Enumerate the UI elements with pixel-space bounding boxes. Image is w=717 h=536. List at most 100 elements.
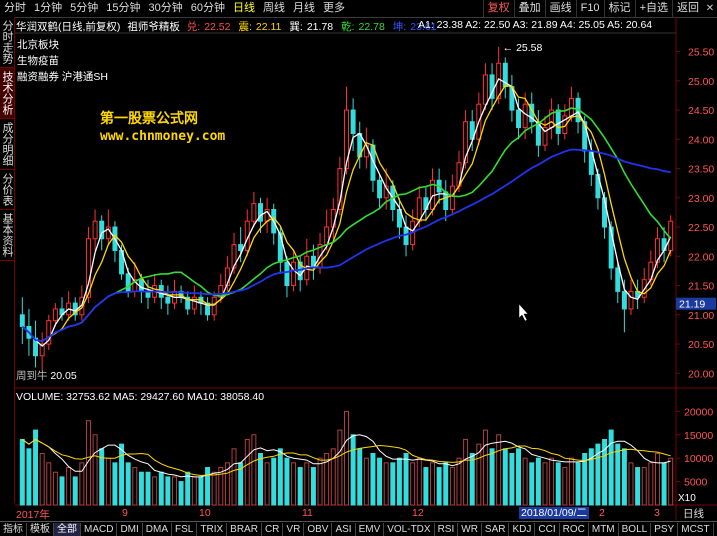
indicator-tab[interactable]: TRIX	[197, 522, 228, 536]
volume-bar	[416, 457, 422, 506]
volume-bar	[496, 434, 502, 506]
candle-body	[516, 109, 522, 129]
indicator-tab[interactable]: DMA	[143, 522, 173, 536]
date-tick: 9	[122, 507, 128, 519]
volume-bar	[568, 457, 574, 506]
volume-bar	[390, 462, 396, 506]
volume-bar	[403, 453, 409, 506]
volume-bar	[410, 462, 416, 506]
candle-body	[350, 109, 356, 134]
volume-bar	[522, 457, 528, 506]
volume-bar	[661, 462, 667, 506]
price-tick-label: 24.00	[688, 134, 714, 146]
volume-bar	[218, 467, 224, 506]
indicator-tab[interactable]: ASI	[332, 522, 356, 536]
candle-body	[291, 261, 297, 287]
period-label[interactable]: 日线	[683, 506, 704, 521]
indicator-tab[interactable]: EMV	[356, 522, 385, 536]
price-tick-label: 22.50	[688, 222, 714, 234]
volume-bar	[456, 457, 462, 506]
volume-bar	[284, 457, 290, 506]
volume-bar	[549, 457, 555, 506]
indicator-tab[interactable]: OBV	[304, 522, 333, 536]
volume-bar	[244, 438, 250, 506]
volume-bar	[152, 476, 158, 506]
indicator-tab[interactable]: 模板	[27, 522, 54, 536]
volume-bar	[310, 467, 316, 506]
candle-body	[615, 267, 621, 292]
volume-bar	[668, 457, 674, 506]
indicator-tab[interactable]: CCI	[535, 522, 560, 536]
price-tick-label: 23.50	[688, 164, 714, 176]
indicator-tab[interactable]: 指标	[0, 522, 27, 536]
volume-tick-label: 15000	[684, 430, 713, 442]
info-line-region: 北京板块	[17, 39, 59, 51]
indicator-tab[interactable]: KDJ	[509, 522, 536, 536]
volume-bar	[92, 434, 98, 506]
candle-body	[92, 220, 98, 240]
ma-blue-line	[21, 148, 671, 343]
indicator-tab[interactable]: CR	[262, 522, 284, 536]
indicator-tab[interactable]: DMI	[117, 522, 143, 536]
volume-tick-label: 20000	[684, 406, 713, 418]
indicator-tab[interactable]: 全部	[54, 522, 81, 536]
indicator-tab[interactable]: BOLL	[619, 522, 652, 536]
volume-bar	[648, 462, 654, 506]
volume-bar	[535, 457, 541, 506]
price-tick-label: 23.00	[688, 193, 714, 205]
volume-bar	[396, 457, 402, 506]
indicator-tab[interactable]: SAR	[482, 522, 510, 536]
volume-bar	[317, 457, 323, 506]
volume-bar	[66, 467, 72, 506]
volume-bar	[231, 448, 237, 506]
indicator-tab[interactable]: FSL	[172, 522, 198, 536]
volume-bar	[555, 462, 561, 506]
price-tick-label: 21.00	[688, 310, 714, 322]
watermark-url: www.chnmoney.com	[100, 129, 226, 144]
volume-bar	[46, 462, 52, 506]
volume-bar	[628, 462, 634, 506]
volume-bar	[482, 429, 488, 506]
candle-body	[628, 290, 634, 310]
price-tick-label: 25.00	[688, 76, 714, 88]
volume-bar	[436, 467, 442, 506]
candle-body	[403, 226, 409, 246]
candle-body	[211, 296, 217, 316]
volume-bar	[621, 448, 627, 506]
volume-bar	[370, 453, 376, 506]
low-prefix: 周到牛	[16, 370, 48, 382]
volume-bar	[205, 467, 211, 506]
indicator-tab[interactable]: MACD	[81, 522, 118, 536]
volume-bar	[383, 462, 389, 506]
date-tick: 2	[599, 507, 605, 519]
volume-bar	[72, 476, 78, 506]
volume-bar	[423, 467, 429, 506]
indicator-tab[interactable]: ROC	[560, 522, 589, 536]
watermark-title: 第一股票公式网	[100, 111, 198, 127]
indicator-tab[interactable]: PSY	[651, 522, 679, 536]
indicator-tab[interactable]: WR	[458, 522, 482, 536]
indicator-tab[interactable]: BRAR	[227, 522, 262, 536]
candle-body	[125, 273, 131, 292]
volume-bar	[363, 457, 369, 506]
volume-bar	[251, 434, 257, 506]
volume-bar	[145, 471, 151, 506]
indicator-tab[interactable]: RSI	[435, 522, 459, 536]
candle-body	[568, 97, 574, 117]
volume-bar	[191, 476, 197, 506]
volume-tick-label: 5000	[684, 477, 708, 489]
volume-bar	[171, 476, 177, 506]
volume-tick-label: 10000	[684, 453, 713, 465]
volume-bar	[615, 443, 621, 506]
indicator-tab[interactable]: VOL-TDX	[384, 522, 435, 536]
volume-bar	[350, 434, 356, 506]
volume-bar	[469, 453, 475, 506]
volume-unit: X10	[678, 493, 696, 504]
indicator-tab[interactable]: MCST	[678, 522, 714, 536]
indicator-tab[interactable]: VR	[283, 522, 305, 536]
indicator-tab[interactable]: MTM	[589, 522, 619, 536]
info-line-sector: 生物疫苗	[17, 55, 59, 67]
volume-bar	[304, 462, 310, 506]
volume-bar	[297, 467, 303, 506]
volume-bar	[509, 453, 515, 506]
